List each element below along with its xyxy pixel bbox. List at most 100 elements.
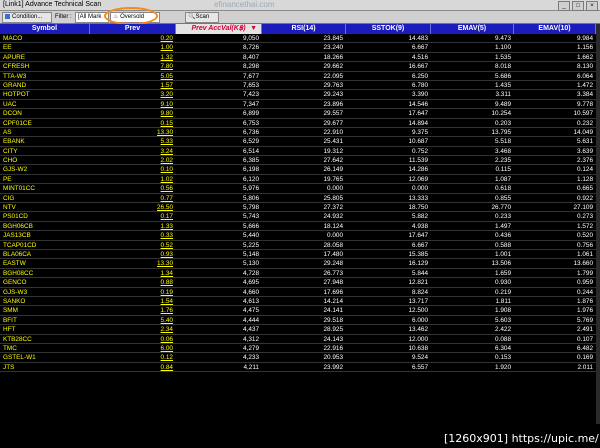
table-row[interactable]: JTS 0.84 4,211 23.992 6.557 1.920 2.011 xyxy=(0,363,596,373)
table-row[interactable]: TTA-W3 5.05 7,677 22.095 6.250 5.686 6.064 xyxy=(0,72,596,81)
cell-emav10: 0.756 xyxy=(577,241,593,249)
scan-button[interactable]: 🔍Scan xyxy=(185,12,219,23)
table-row[interactable]: CFRESH 7.80 8,298 29.662 16.667 8.018 8.130 xyxy=(0,62,596,72)
table-row[interactable]: KTB28CC 0.06 4,312 24.143 12.000 0.088 0.107 xyxy=(0,335,596,344)
table-row[interactable]: MINT01CC 0.56 5,976 0.000 0.000 0.618 0.665 xyxy=(0,184,596,194)
cell-rsi14: 14.214 xyxy=(323,297,343,305)
cell-prev[interactable]: 0.12 xyxy=(90,353,176,361)
cell-prev[interactable]: 0.52 xyxy=(90,241,176,249)
col-emav10[interactable]: EMAV(10) xyxy=(514,24,596,34)
cell-prev[interactable]: 7.80 xyxy=(90,62,176,70)
cell-prev[interactable]: 0.17 xyxy=(90,212,176,220)
cell-prev-accval: 6,385 xyxy=(243,157,259,165)
col-rsi14[interactable]: RSI(14) xyxy=(262,24,346,34)
table-row[interactable]: JAS13CB 0.33 5,440 0.000 17.647 0.436 0.520 xyxy=(0,231,596,241)
table-row[interactable]: SMM 1.76 4,475 24.141 12.500 1.908 1.976 xyxy=(0,306,596,316)
cell-prev[interactable]: 0.84 xyxy=(90,363,176,371)
cell-emav10: 0.665 xyxy=(577,185,593,193)
cell-symbol: CPF01CE xyxy=(3,119,32,127)
cell-prev[interactable]: 0.56 xyxy=(90,184,176,192)
table-row[interactable]: PE 1.02 6,120 19.765 12.069 1.087 1.128 xyxy=(0,175,596,185)
table-row[interactable]: BGH08CC 1.34 4,728 26.773 5.844 1.659 1.799 xyxy=(0,269,596,279)
cell-prev[interactable]: 1.00 xyxy=(90,43,176,51)
cell-prev[interactable]: 0.06 xyxy=(90,335,176,343)
table-row[interactable]: BLA06CA 0.93 5,148 17.480 15.385 1.001 1.061 xyxy=(0,250,596,260)
cell-prev[interactable]: 1.33 xyxy=(90,222,176,230)
close-icon[interactable]: × xyxy=(586,1,598,11)
table-row[interactable]: HOTPOT 3.20 7,423 29.243 3.390 3.311 3.384 xyxy=(0,90,596,100)
cell-prev[interactable]: 2.02 xyxy=(90,156,176,164)
table-row[interactable]: GJS-W3 0.19 4,660 17.696 8.824 0.219 0.244 xyxy=(0,288,596,297)
table-row[interactable]: UAC 9.10 7,347 23.896 14.546 9.489 9.778 xyxy=(0,100,596,110)
cell-prev[interactable]: 0.19 xyxy=(90,288,176,296)
table-row[interactable]: SANKO 1.54 4,613 14.214 13.717 1.811 1.876 xyxy=(0,297,596,307)
cell-prev[interactable]: 2.34 xyxy=(90,325,176,333)
cell-prev[interactable]: 5.40 xyxy=(90,316,176,324)
maximize-icon[interactable]: □ xyxy=(572,1,584,11)
cell-prev[interactable]: 26.50 xyxy=(90,203,176,211)
table-row[interactable]: CITY 3.24 6,514 19.312 0.752 3.468 3.639 xyxy=(0,147,596,157)
cell-prev[interactable]: 0.33 xyxy=(90,231,176,239)
table-row[interactable]: DCON 9.80 6,899 29.557 17.647 10.254 10.597 xyxy=(0,109,596,119)
cell-emav5: 0.219 xyxy=(495,288,511,296)
cell-prev[interactable]: 3.24 xyxy=(90,147,176,155)
cell-prev[interactable]: 6.00 xyxy=(90,344,176,352)
cell-prev[interactable]: 3.20 xyxy=(90,90,176,98)
vertical-scrollbar[interactable] xyxy=(596,24,600,424)
cell-sstok9: 13.717 xyxy=(408,297,428,305)
col-emav5[interactable]: EMAV(5) xyxy=(431,24,514,34)
cell-prev[interactable]: 0.88 xyxy=(90,278,176,286)
col-prev[interactable]: Prev xyxy=(90,24,176,34)
table-row[interactable]: PS01CD 0.17 5,743 24.932 5.882 0.233 0.273 xyxy=(0,212,596,222)
table-row[interactable]: TMC 6.00 4,279 22.916 10.638 6.304 6.482 xyxy=(0,344,596,354)
cell-prev[interactable]: 0.10 xyxy=(90,165,176,173)
cell-prev[interactable]: 13.30 xyxy=(90,128,176,136)
table-row[interactable]: CPF01CE 0.15 6,753 29.677 14.894 0.203 0.232 xyxy=(0,119,596,128)
cell-prev-accval: 8,298 xyxy=(243,63,259,71)
minimize-icon[interactable]: _ xyxy=(558,1,570,11)
cell-prev[interactable]: 1.54 xyxy=(90,297,176,305)
cell-prev[interactable]: 0.15 xyxy=(90,119,176,127)
cell-sstok9: 18.750 xyxy=(408,204,428,212)
cell-prev[interactable]: 1.57 xyxy=(90,81,176,89)
table-row[interactable]: CIG 0.77 5,806 25.805 13.333 0.855 0.922 xyxy=(0,194,596,204)
table-row[interactable]: EBANK 5.33 6,529 25.431 10.687 5.518 5.631 xyxy=(0,137,596,147)
col-symbol[interactable]: Symbol xyxy=(0,24,90,34)
col-sstok9[interactable]: SSTOK(9) xyxy=(346,24,431,34)
table-row[interactable]: MACO 0.20 9,050 23.845 14.483 9.473 9.984 xyxy=(0,34,596,44)
table-row[interactable]: CHO 2.02 6,385 27.642 11.539 2.235 2.376 xyxy=(0,156,596,166)
table-row[interactable]: EE 1.00 8,726 23.240 6.667 1.100 1.156 xyxy=(0,43,596,53)
cell-prev[interactable]: 0.20 xyxy=(90,34,176,42)
cell-prev[interactable]: 0.77 xyxy=(90,194,176,202)
cell-prev[interactable]: 1.34 xyxy=(90,269,176,277)
col-prev-accval[interactable]: Prev AccVal(K฿) ▼ xyxy=(176,24,262,34)
table-row[interactable]: GJS-W2 0.10 6,198 26.149 14.286 0.115 0.124 xyxy=(0,165,596,175)
table-row[interactable]: AS 13.30 6,736 22.910 9.375 13.795 14.049 xyxy=(0,128,596,138)
condition-button[interactable]: Condition... xyxy=(2,12,52,23)
table-row[interactable]: EASTW 13.30 5,130 29.248 16.129 13.506 13.660 xyxy=(0,259,596,269)
table-row[interactable]: HFT 2.34 4,437 28.925 13.462 2.422 2.491 xyxy=(0,325,596,335)
table-row[interactable]: BGH06CB 1.33 5,666 18.124 4.938 1.497 1.572 xyxy=(0,222,596,232)
table-row[interactable]: APURE 1.32 8,407 18.266 4.516 1.535 1.662 xyxy=(0,53,596,63)
table-row[interactable]: GSTEL-W1 0.12 4,233 20.953 9.524 0.153 0.169 xyxy=(0,353,596,363)
cell-prev[interactable]: 9.80 xyxy=(90,109,176,117)
cell-prev[interactable]: 1.32 xyxy=(90,53,176,61)
table-row[interactable]: TCAP01CD 0.52 5,225 28.058 6.667 0.588 0.756 xyxy=(0,241,596,250)
cell-emav10: 3.639 xyxy=(577,147,593,155)
cell-prev[interactable]: 5.05 xyxy=(90,72,176,80)
table-row[interactable]: BFIT 5.40 4,444 29.518 6.000 5.603 5.769 xyxy=(0,316,596,326)
cell-prev[interactable]: 5.33 xyxy=(90,137,176,145)
table-row[interactable]: GENCO 0.88 4,695 27.948 12.821 0.930 0.959 xyxy=(0,278,596,288)
cell-sstok9: 13.462 xyxy=(408,326,428,334)
cell-emav10: 1.061 xyxy=(577,250,593,258)
cell-prev[interactable]: 1.76 xyxy=(90,306,176,314)
table-row[interactable]: GRAND 1.57 7,653 29.763 6.780 1.435 1.472 xyxy=(0,81,596,91)
cell-prev[interactable]: 1.02 xyxy=(90,175,176,183)
cell-prev[interactable]: 0.93 xyxy=(90,250,176,258)
cell-emav10: 5.631 xyxy=(577,138,593,146)
cell-sstok9: 9.375 xyxy=(412,128,428,136)
table-row[interactable]: NTV 26.50 5,798 27.372 18.750 26.770 27.109 xyxy=(0,203,596,213)
watermark-text: efinancethai.com xyxy=(214,0,275,9)
cell-prev[interactable]: 9.10 xyxy=(90,100,176,108)
cell-prev[interactable]: 13.30 xyxy=(90,259,176,267)
